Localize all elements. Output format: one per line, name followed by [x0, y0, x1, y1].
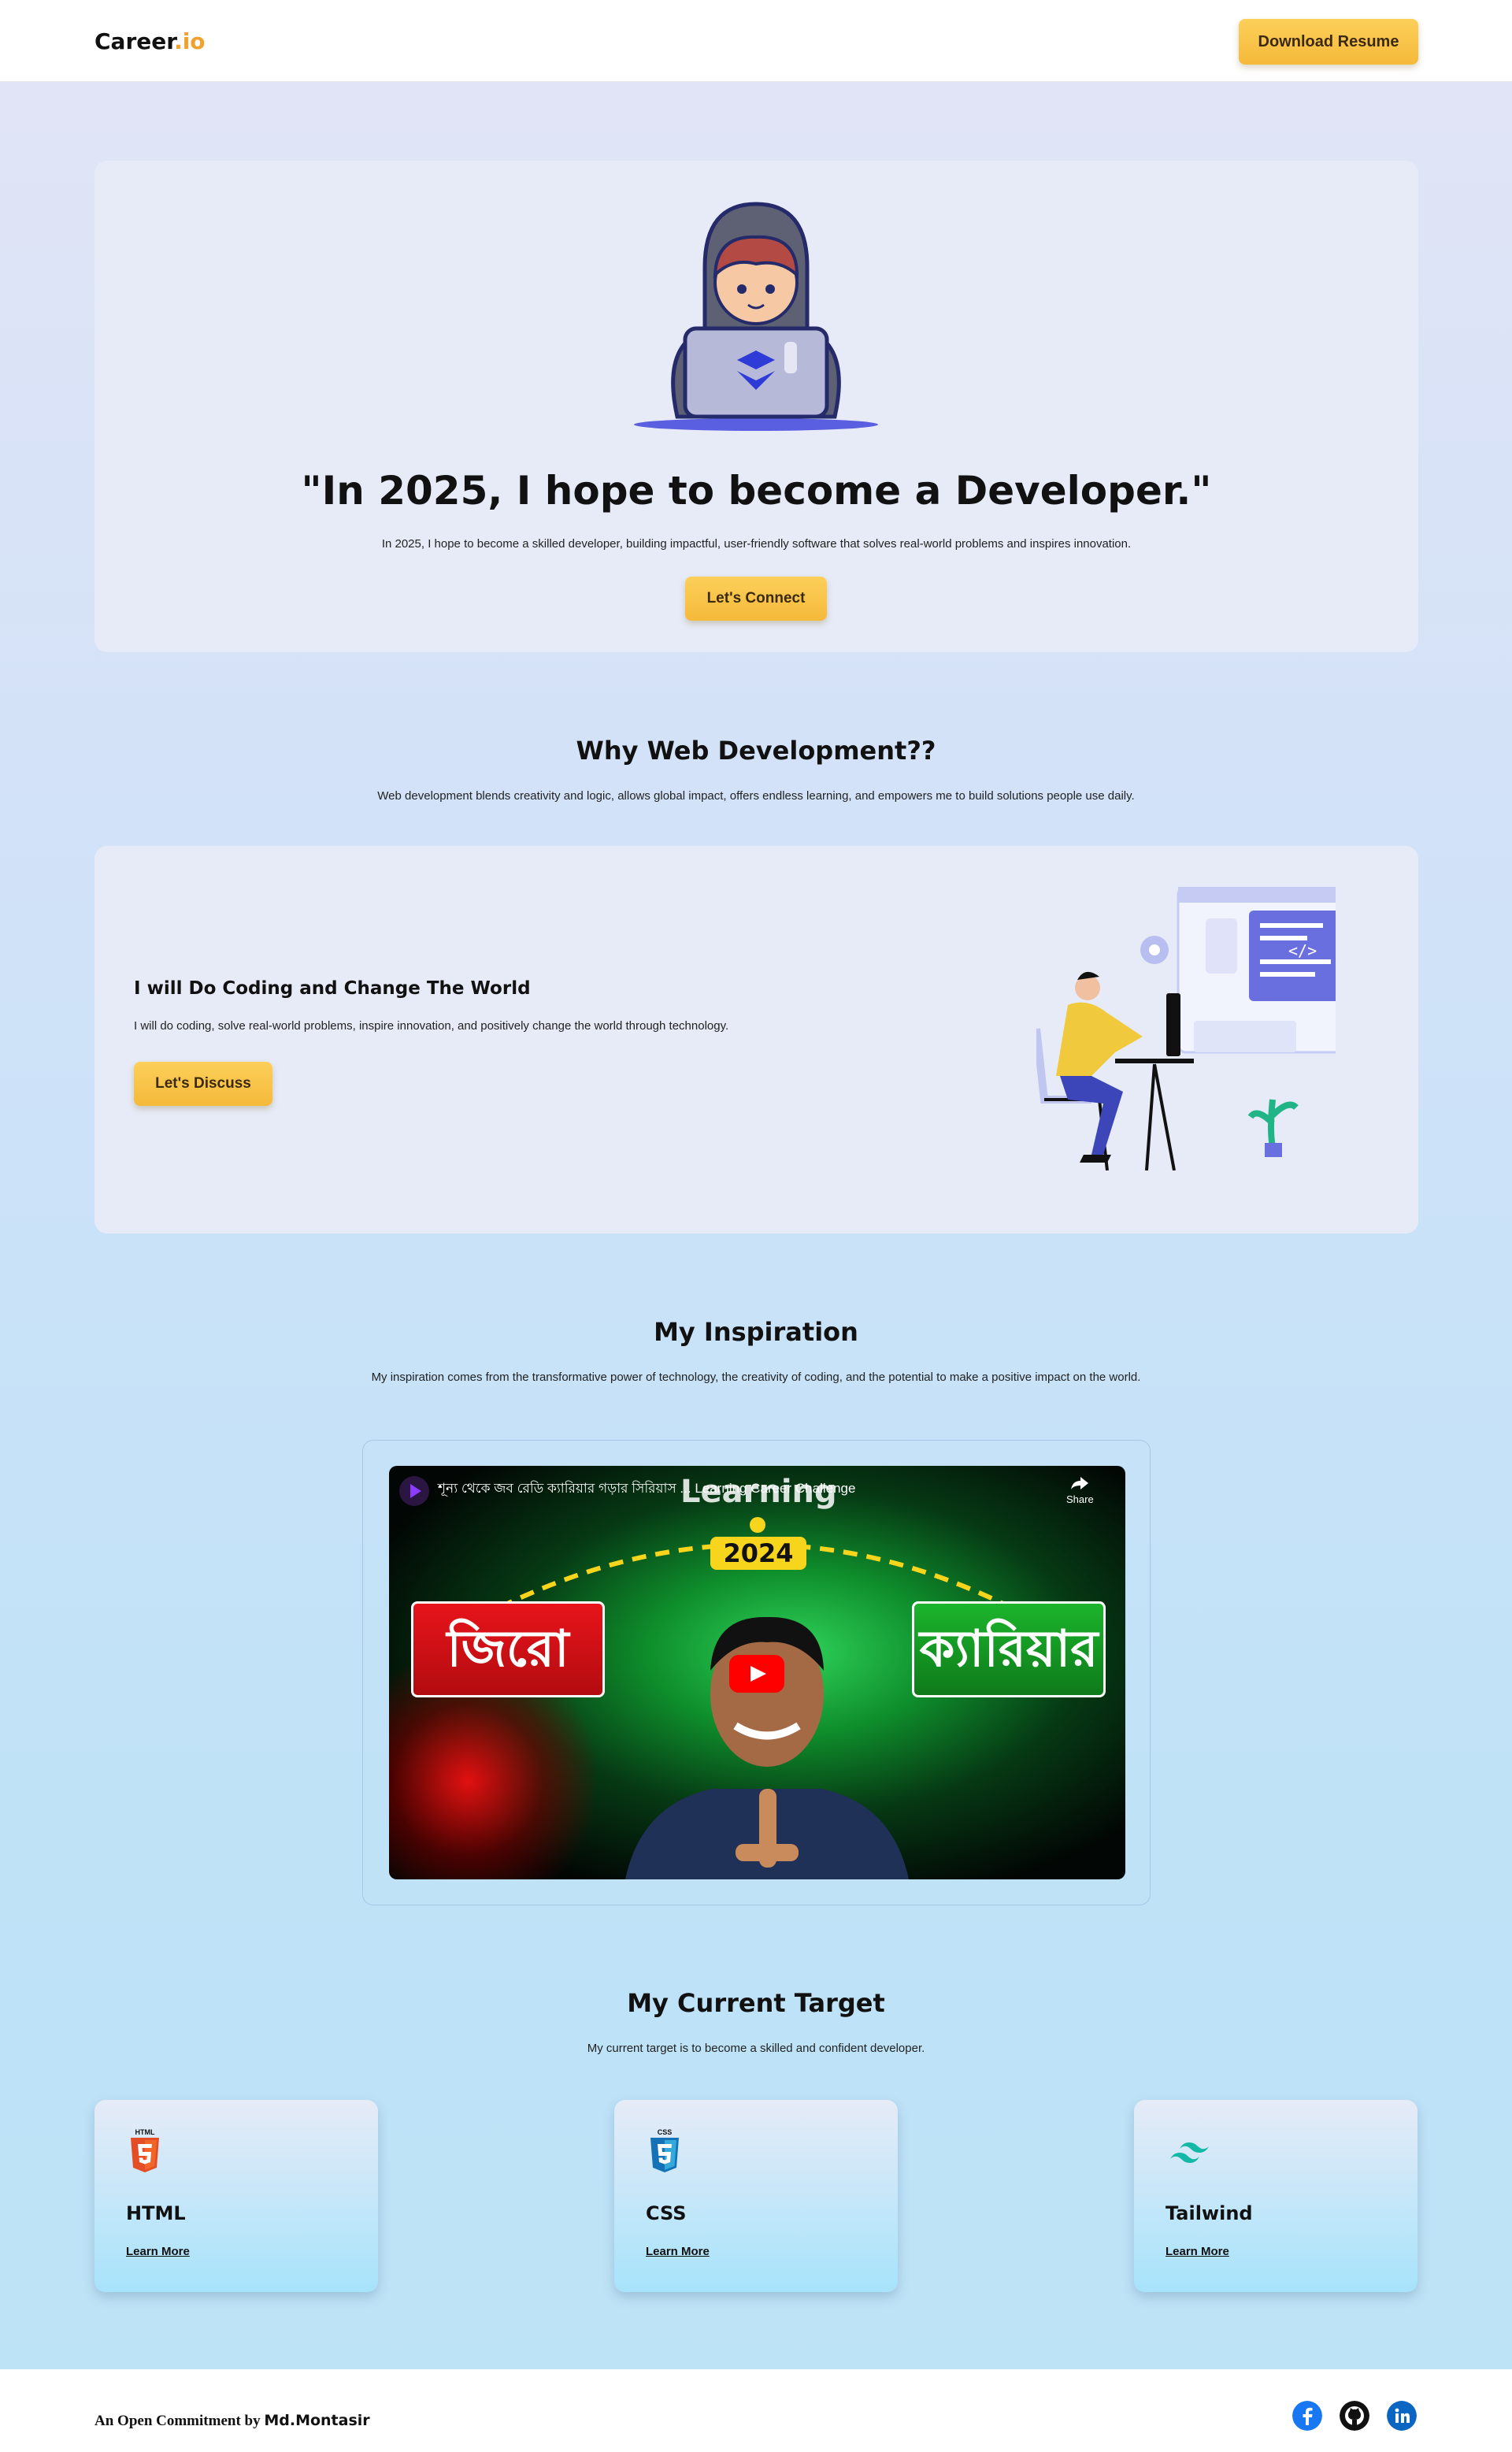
- download-resume-button[interactable]: Download Resume: [1239, 19, 1418, 65]
- hero-title: "In 2025, I hope to become a Developer.": [301, 468, 1212, 514]
- site-footer: An Open Commitment by Md.Montasir: [0, 2369, 1512, 2452]
- coding-card: I will Do Coding and Change The World I …: [94, 846, 1418, 1233]
- video-overlay-learning: Learning: [680, 1474, 837, 1510]
- logo-accent: .io: [174, 28, 206, 54]
- css3-icon: CSS: [650, 2128, 679, 2172]
- coding-text: I will do coding, solve real-world probl…: [134, 1019, 729, 1033]
- target-card-css: CSS CSS Learn More: [614, 2100, 898, 2292]
- lets-discuss-button[interactable]: Let's Discuss: [134, 1062, 272, 1106]
- inspiration-subtitle: My inspiration comes from the transforma…: [371, 1371, 1141, 1384]
- logo-main: Career: [94, 28, 175, 54]
- coding-illustration: </>: [1036, 887, 1336, 1170]
- html-learn-more-link[interactable]: Learn More: [126, 2245, 190, 2258]
- lets-connect-button[interactable]: Let's Connect: [685, 577, 827, 621]
- share-icon: [1071, 1477, 1089, 1489]
- share-label: Share: [1066, 1493, 1094, 1505]
- video-frame: শূন্য থেকে জব রেডি ক্যারিয়ার গড়ার সিরি…: [362, 1440, 1151, 1905]
- developer-illustration: [634, 202, 878, 431]
- logo[interactable]: Career.io: [94, 28, 206, 54]
- html5-icon-text: HTML: [135, 2128, 155, 2136]
- linkedin-icon[interactable]: [1387, 2401, 1417, 2431]
- inspiration-title: My Inspiration: [654, 1317, 858, 1347]
- css-learn-more-link[interactable]: Learn More: [646, 2245, 710, 2258]
- facebook-icon[interactable]: [1292, 2401, 1322, 2431]
- target-card-css-name: CSS: [646, 2202, 687, 2224]
- hero-card: "In 2025, I hope to become a Developer."…: [94, 161, 1418, 652]
- target-subtitle: My current target is to become a skilled…: [587, 2042, 925, 2055]
- video-badge-left: জিরো: [411, 1601, 605, 1697]
- target-card-tailwind-name: Tailwind: [1166, 2202, 1253, 2224]
- target-card-html: HTML HTML Learn More: [94, 2100, 378, 2292]
- presenter-figure: [625, 1616, 909, 1879]
- author-name: Md.Montasir: [264, 2412, 370, 2429]
- why-subtitle: Web development blends creativity and lo…: [377, 789, 1135, 803]
- footer-commitment: An Open Commitment by Md.Montasir: [94, 2412, 370, 2430]
- coding-title: I will Do Coding and Change The World: [134, 978, 531, 999]
- channel-avatar[interactable]: [398, 1475, 430, 1507]
- tailwind-icon: [1170, 2142, 1209, 2163]
- tailwind-learn-more-link[interactable]: Learn More: [1166, 2245, 1229, 2258]
- css3-icon-text: CSS: [658, 2128, 673, 2136]
- site-header: Career.io Download Resume: [0, 0, 1512, 82]
- why-title: Why Web Development??: [576, 736, 936, 766]
- svg-text:</>: </>: [1288, 941, 1317, 960]
- target-card-html-name: HTML: [126, 2202, 186, 2224]
- commit-prefix: An Open Commitment by: [94, 2413, 261, 2429]
- video-badge-right: ক্যারিয়ার: [912, 1601, 1106, 1697]
- target-card-tailwind: Tailwind Learn More: [1134, 2100, 1418, 2292]
- target-title: My Current Target: [627, 1988, 885, 2018]
- play-button[interactable]: [729, 1655, 784, 1693]
- video-year: 2024: [710, 1537, 806, 1570]
- share-button[interactable]: Share: [1066, 1475, 1094, 1505]
- github-icon[interactable]: [1340, 2401, 1369, 2431]
- html5-icon: HTML: [131, 2128, 159, 2172]
- youtube-video[interactable]: শূন্য থেকে জব রেডি ক্যারিয়ার গড়ার সিরি…: [389, 1466, 1125, 1879]
- hero-subtitle: In 2025, I hope to become a skilled deve…: [381, 537, 1132, 551]
